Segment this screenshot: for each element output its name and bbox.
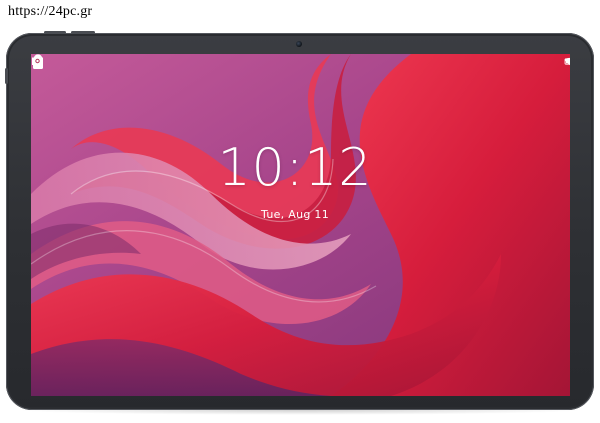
- lock-screen-clock: 10:12: [217, 138, 373, 198]
- wallpaper: [31, 54, 570, 396]
- screen[interactable]: 10:12 Tue, Aug 11: [31, 54, 570, 396]
- camera-icon[interactable]: [31, 54, 44, 66]
- lock-screen-date: Tue, Aug 11: [260, 208, 330, 221]
- volume-button-up: [44, 31, 66, 34]
- power-button: [5, 68, 8, 84]
- front-camera: [296, 41, 302, 47]
- battery-icon: [564, 58, 570, 65]
- volume-button-down: [71, 31, 95, 34]
- watermark: https://24pc.gr: [8, 4, 93, 19]
